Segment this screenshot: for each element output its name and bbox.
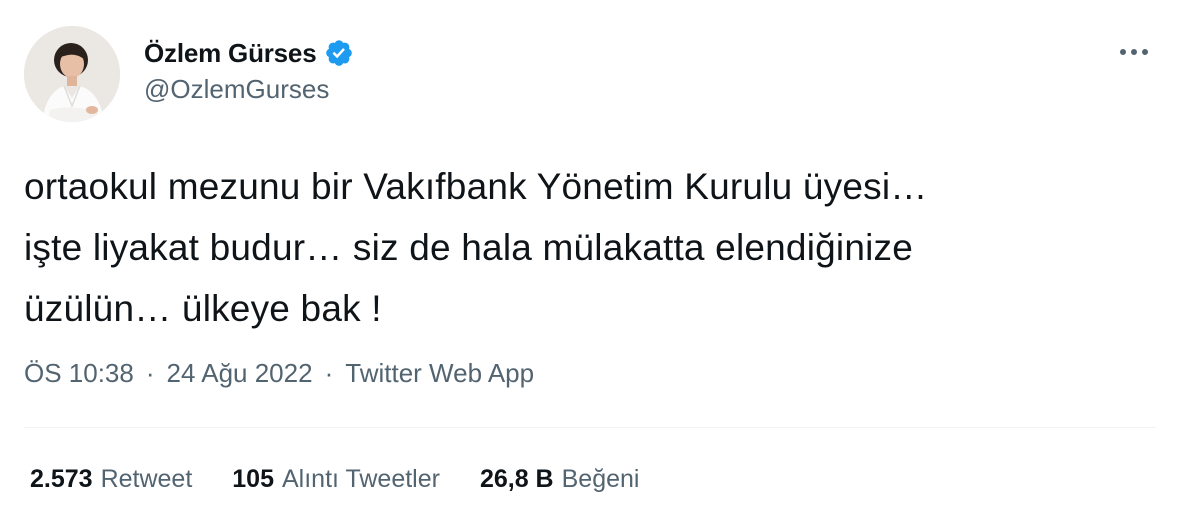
likes-stat[interactable]: 26,8 B Beğeni: [480, 465, 640, 494]
tweet-detail: Özlem Gürses @OzlemGurses ortaokul mezun…: [0, 0, 1180, 526]
quote-count: 105: [232, 465, 274, 493]
quote-label: Alıntı Tweetler: [282, 465, 440, 493]
retweet-count: 2.573: [30, 465, 93, 493]
author-handle[interactable]: @OzlemGurses: [144, 74, 354, 105]
avatar[interactable]: [24, 26, 120, 122]
tweet-text-line: işte liyakat budur… siz de hala mülakatt…: [24, 227, 914, 268]
quote-tweets-stat[interactable]: 105 Alıntı Tweetler: [232, 465, 440, 494]
tweet-meta: ÖS 10:38 · 24 Ağu 2022 · Twitter Web App: [24, 358, 534, 389]
tweet-text-line: ortaokul mezunu bir Vakıfbank Yönetim Ku…: [24, 166, 928, 207]
like-count: 26,8 B: [479, 465, 554, 493]
author-info: Özlem Gürses @OzlemGurses: [144, 34, 354, 105]
author-name[interactable]: Özlem Gürses: [144, 38, 317, 69]
more-options-button[interactable]: [1116, 38, 1152, 66]
author-name-row: Özlem Gürses: [144, 34, 354, 72]
verified-badge-icon: [324, 38, 354, 68]
avatar-image: [24, 26, 120, 122]
retweet-label: Retweet: [100, 465, 193, 493]
meta-separator: ·: [324, 358, 334, 388]
tweet-stats: 2.573 Retweet 105 Alıntı Tweetler 26,8 B…: [30, 465, 679, 494]
like-label: Beğeni: [561, 465, 640, 493]
tweet-text-line: üzülün… ülkeye bak !: [24, 288, 382, 329]
tweet-text: ortaokul mezunu bir Vakıfbank Yönetim Ku…: [24, 156, 1144, 339]
tweet-source-link[interactable]: Twitter Web App: [345, 358, 534, 389]
retweets-stat[interactable]: 2.573 Retweet: [30, 465, 192, 494]
divider: [24, 427, 1156, 428]
meta-separator: ·: [145, 358, 155, 388]
more-horizontal-icon: [1120, 49, 1148, 55]
tweet-time-link[interactable]: ÖS 10:38: [24, 358, 134, 389]
tweet-date-link[interactable]: 24 Ağu 2022: [167, 358, 313, 389]
